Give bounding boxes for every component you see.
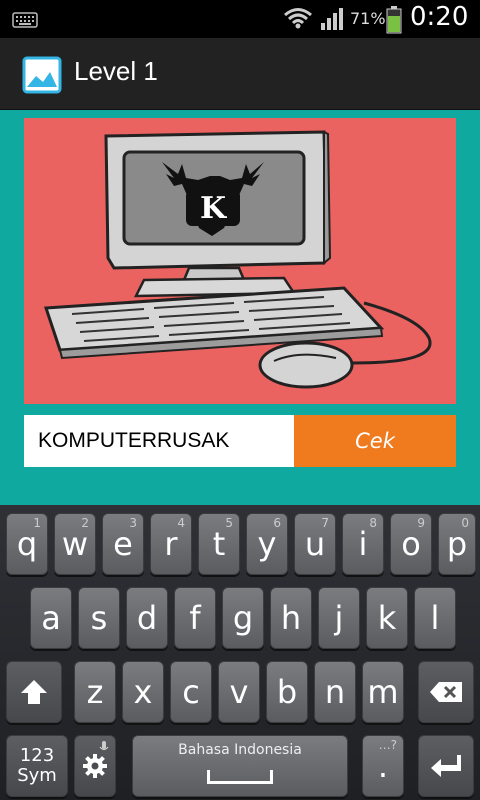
key-r[interactable]: r4 <box>150 513 192 575</box>
clock: 0:20 <box>410 2 469 32</box>
period-key[interactable]: . …? <box>362 735 404 797</box>
key-h[interactable]: h <box>270 587 312 649</box>
key-c[interactable]: c <box>170 661 212 723</box>
computer-illustration: K <box>43 130 432 389</box>
image-icon <box>22 56 62 94</box>
microphone-icon <box>99 741 109 751</box>
shift-icon <box>21 680 47 704</box>
answer-row: Cek <box>24 415 456 467</box>
key-w[interactable]: w2 <box>54 513 96 575</box>
battery-percentage: 71% <box>350 9 386 28</box>
space-key-language-label: Bahasa Indonesia <box>178 742 302 758</box>
key-o[interactable]: o9 <box>390 513 432 575</box>
key-q[interactable]: q1 <box>6 513 48 575</box>
symbols-key[interactable]: 123 Sym <box>6 735 68 797</box>
soft-keyboard: q1 w2 e3 r4 t5 y6 u7 i8 o9 p0 a s d f g … <box>0 505 480 800</box>
key-y[interactable]: y6 <box>246 513 288 575</box>
key-l[interactable]: l <box>414 587 456 649</box>
gear-icon <box>83 754 107 778</box>
settings-key[interactable] <box>74 735 116 797</box>
key-b[interactable]: b <box>266 661 308 723</box>
status-bar: 71% 0:20 <box>0 0 480 38</box>
key-d[interactable]: d <box>126 587 168 649</box>
action-bar: Level 1 <box>0 38 480 110</box>
key-s[interactable]: s <box>78 587 120 649</box>
key-k[interactable]: k <box>366 587 408 649</box>
backspace-key[interactable] <box>418 661 474 723</box>
key-f[interactable]: f <box>174 587 216 649</box>
key-a[interactable]: a <box>30 587 72 649</box>
key-u[interactable]: u7 <box>294 513 336 575</box>
puzzle-picture: K <box>24 118 456 404</box>
shift-key[interactable] <box>6 661 62 723</box>
answer-input[interactable] <box>24 415 294 467</box>
key-g[interactable]: g <box>222 587 264 649</box>
space-icon <box>207 770 273 784</box>
key-e[interactable]: e3 <box>102 513 144 575</box>
key-i[interactable]: i8 <box>342 513 384 575</box>
monogram-letter: K <box>200 191 227 226</box>
enter-icon <box>431 755 461 777</box>
wifi-icon <box>284 8 312 29</box>
key-j[interactable]: j <box>318 587 360 649</box>
cek-button[interactable]: Cek <box>294 415 456 467</box>
key-p[interactable]: p0 <box>438 513 476 575</box>
key-x[interactable]: x <box>122 661 164 723</box>
signal-icon <box>321 8 343 30</box>
key-v[interactable]: v <box>218 661 260 723</box>
keyboard-icon <box>12 12 38 28</box>
space-key[interactable]: Bahasa Indonesia <box>132 735 348 797</box>
key-n[interactable]: n <box>314 661 356 723</box>
key-z[interactable]: z <box>74 661 116 723</box>
battery-icon <box>386 6 402 34</box>
enter-key[interactable] <box>418 735 474 797</box>
game-content: K Cek <box>0 110 480 505</box>
page-title: Level 1 <box>74 56 158 86</box>
backspace-icon <box>430 682 462 702</box>
key-m[interactable]: m <box>362 661 404 723</box>
key-t[interactable]: t5 <box>198 513 240 575</box>
